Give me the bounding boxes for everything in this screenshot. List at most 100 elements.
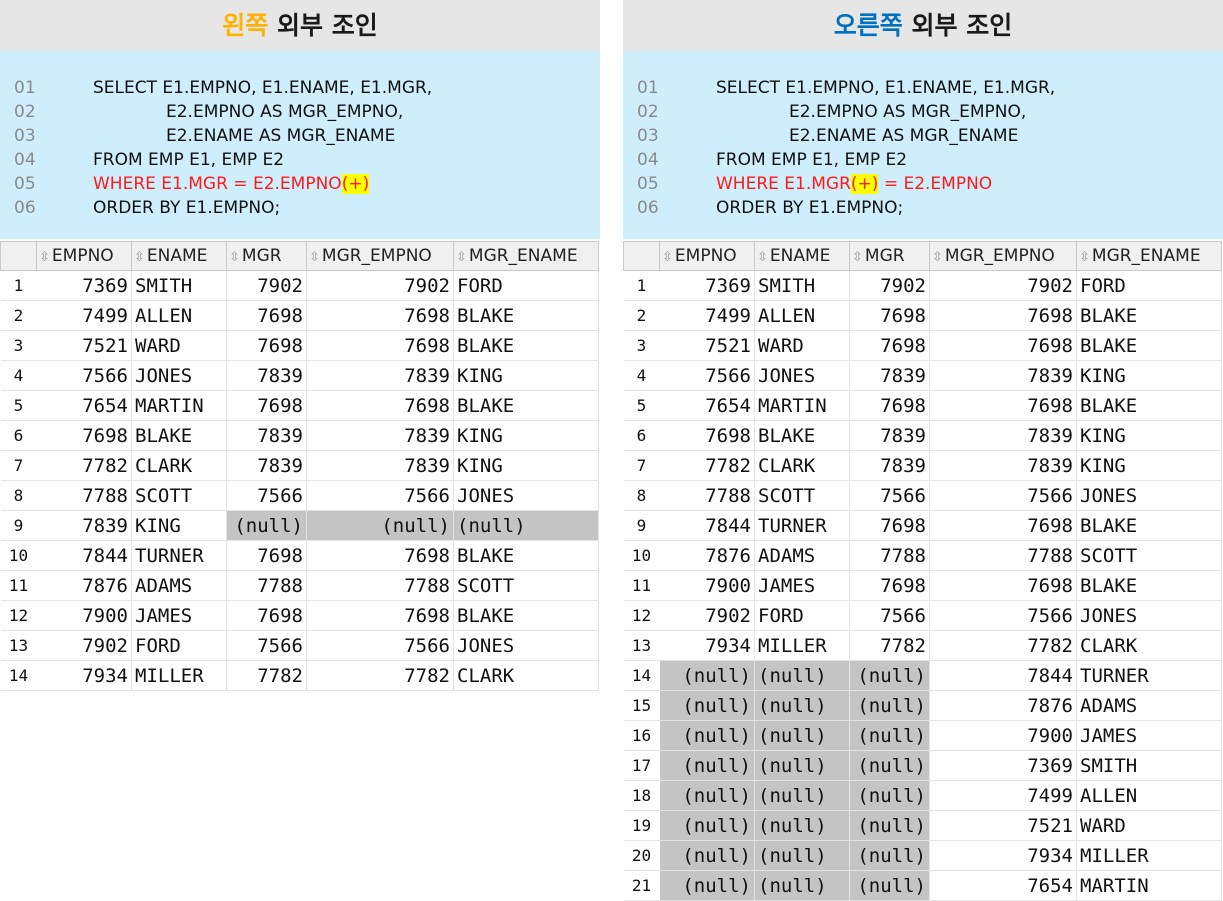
sort-arrows-icon[interactable]: ⇳ xyxy=(932,250,943,265)
table-row[interactable]: 15 (null) (null) (null) 7876 ADAMS xyxy=(623,690,1222,721)
mgr-ename-cell: JONES xyxy=(453,480,599,511)
table-row[interactable]: 12 7900 JAMES 7698 7698 BLAKE xyxy=(0,600,599,631)
mgr-cell: 7566 xyxy=(226,630,307,661)
mgr-empno-cell: 7902 xyxy=(306,270,454,301)
table-row[interactable]: 14 (null) (null) (null) 7844 TURNER xyxy=(623,660,1222,691)
table-row[interactable]: 4 7566 JONES 7839 7839 KING xyxy=(0,360,599,391)
table-row[interactable]: 2 7499 ALLEN 7698 7698 BLAKE xyxy=(0,300,599,331)
sort-arrows-icon[interactable]: ⇳ xyxy=(39,250,50,265)
table-row[interactable]: 6 7698 BLAKE 7839 7839 KING xyxy=(0,420,599,451)
mgr-ename-cell: BLAKE xyxy=(453,390,599,421)
table-row[interactable]: 14 7934 MILLER 7782 7782 CLARK xyxy=(0,660,599,691)
table-row[interactable]: 10 7876 ADAMS 7788 7788 SCOTT xyxy=(623,540,1222,571)
table-row[interactable]: 5 7654 MARTIN 7698 7698 BLAKE xyxy=(623,390,1222,421)
mgr-ename-cell: BLAKE xyxy=(453,540,599,571)
row-number: 3 xyxy=(0,330,37,361)
table-row[interactable]: 16 (null) (null) (null) 7900 JAMES xyxy=(623,720,1222,751)
ename-cell: (null) xyxy=(754,870,850,901)
mgr-cell: 7839 xyxy=(226,450,307,481)
ename-cell: ADAMS xyxy=(131,570,227,601)
code-segment: = E2.EMPNO xyxy=(878,174,993,194)
column-header-mgr-empno[interactable]: ⇳ MGR_EMPNO xyxy=(306,241,454,271)
table-row[interactable]: 2 7499 ALLEN 7698 7698 BLAKE xyxy=(623,300,1222,331)
column-header-mgr[interactable]: ⇳ MGR xyxy=(849,241,930,271)
table-row[interactable]: 10 7844 TURNER 7698 7698 BLAKE xyxy=(0,540,599,571)
line-number: 04 xyxy=(14,150,36,170)
column-header-ename[interactable]: ⇳ ENAME xyxy=(131,241,227,271)
mgr-empno-cell: 7782 xyxy=(929,630,1077,661)
code-line: 03 E2.ENAME AS MGR_ENAME xyxy=(623,124,1223,148)
table-row[interactable]: 11 7876 ADAMS 7788 7788 SCOTT xyxy=(0,570,599,601)
ename-cell: WARD xyxy=(131,330,227,361)
column-label: EMPNO xyxy=(51,246,114,266)
table-row[interactable]: 11 7900 JAMES 7698 7698 BLAKE xyxy=(623,570,1222,601)
sort-arrows-icon[interactable]: ⇳ xyxy=(852,250,863,265)
code-text: ORDER BY E1.EMPNO; xyxy=(93,196,280,220)
row-number: 4 xyxy=(623,360,660,391)
mgr-ename-cell: KING xyxy=(453,450,599,481)
line-number: 01 xyxy=(637,78,659,98)
table-row[interactable]: 9 7844 TURNER 7698 7698 BLAKE xyxy=(623,510,1222,541)
sort-arrows-icon[interactable]: ⇳ xyxy=(1079,250,1090,265)
code-segment: WHERE E1.MGR xyxy=(716,174,851,194)
sort-arrows-icon[interactable]: ⇳ xyxy=(662,250,673,265)
row-number: 14 xyxy=(0,660,37,691)
ename-cell: SCOTT xyxy=(131,480,227,511)
sort-arrows-icon[interactable]: ⇳ xyxy=(309,250,320,265)
table-row[interactable]: 6 7698 BLAKE 7839 7839 KING xyxy=(623,420,1222,451)
table-row[interactable]: 1 7369 SMITH 7902 7902 FORD xyxy=(623,270,1222,301)
empno-cell: 7788 xyxy=(659,480,755,511)
ename-cell: ALLEN xyxy=(754,300,850,331)
empno-cell: 7521 xyxy=(36,330,132,361)
column-header-mgr-empno[interactable]: ⇳ MGR_EMPNO xyxy=(929,241,1077,271)
column-header-mgr-ename[interactable]: ⇳ MGR_ENAME xyxy=(453,241,599,271)
ename-cell: FORD xyxy=(754,600,850,631)
table-row[interactable]: 5 7654 MARTIN 7698 7698 BLAKE xyxy=(0,390,599,421)
table-row[interactable]: 3 7521 WARD 7698 7698 BLAKE xyxy=(0,330,599,361)
table-row[interactable]: 8 7788 SCOTT 7566 7566 JONES xyxy=(0,480,599,511)
sort-arrows-icon[interactable]: ⇳ xyxy=(134,250,145,265)
table-row[interactable]: 17 (null) (null) (null) 7369 SMITH xyxy=(623,750,1222,781)
row-number: 17 xyxy=(623,750,660,781)
column-header-empno[interactable]: ⇳ EMPNO xyxy=(36,241,132,271)
mgr-ename-cell: KING xyxy=(1076,450,1222,481)
empno-cell: 7698 xyxy=(659,420,755,451)
table-row[interactable]: 9 7839 KING (null) (null) (null) xyxy=(0,510,599,541)
ename-cell: CLARK xyxy=(754,450,850,481)
table-row[interactable]: 7 7782 CLARK 7839 7839 KING xyxy=(623,450,1222,481)
code-line: 01 SELECT E1.EMPNO, E1.ENAME, E1.MGR, xyxy=(0,76,600,100)
mgr-ename-cell: KING xyxy=(1076,420,1222,451)
mgr-cell: 7902 xyxy=(226,270,307,301)
mgr-ename-cell: MILLER xyxy=(1076,840,1222,871)
table-row[interactable]: 8 7788 SCOTT 7566 7566 JONES xyxy=(623,480,1222,511)
table-row[interactable]: 4 7566 JONES 7839 7839 KING xyxy=(623,360,1222,391)
table-row[interactable]: 1 7369 SMITH 7902 7902 FORD xyxy=(0,270,599,301)
table-row[interactable]: 21 (null) (null) (null) 7654 MARTIN xyxy=(623,870,1222,901)
table-row[interactable]: 12 7902 FORD 7566 7566 JONES xyxy=(623,600,1222,631)
table-row[interactable]: 7 7782 CLARK 7839 7839 KING xyxy=(0,450,599,481)
table-row[interactable]: 20 (null) (null) (null) 7934 MILLER xyxy=(623,840,1222,871)
sort-arrows-icon[interactable]: ⇳ xyxy=(229,250,240,265)
column-header-mgr-ename[interactable]: ⇳ MGR_ENAME xyxy=(1076,241,1222,271)
sort-arrows-icon[interactable]: ⇳ xyxy=(456,250,467,265)
mgr-empno-cell: 7369 xyxy=(929,750,1077,781)
table-row[interactable]: 18 (null) (null) (null) 7499 ALLEN xyxy=(623,780,1222,811)
mgr-ename-cell: BLAKE xyxy=(453,300,599,331)
ename-cell: ADAMS xyxy=(754,540,850,571)
empno-cell: 7654 xyxy=(659,390,755,421)
table-row[interactable]: 13 7934 MILLER 7782 7782 CLARK xyxy=(623,630,1222,661)
sort-arrows-icon[interactable]: ⇳ xyxy=(757,250,768,265)
column-header-empno[interactable]: ⇳ EMPNO xyxy=(659,241,755,271)
column-label: ENAME xyxy=(146,246,208,266)
row-number: 3 xyxy=(623,330,660,361)
table-row[interactable]: 13 7902 FORD 7566 7566 JONES xyxy=(0,630,599,661)
table-row[interactable]: 3 7521 WARD 7698 7698 BLAKE xyxy=(623,330,1222,361)
column-header-ename[interactable]: ⇳ ENAME xyxy=(754,241,850,271)
column-header-mgr[interactable]: ⇳ MGR xyxy=(226,241,307,271)
row-number: 18 xyxy=(623,780,660,811)
mgr-cell: 7839 xyxy=(226,420,307,451)
row-number: 14 xyxy=(623,660,660,691)
code-segment: FROM EMP E1, EMP E2 xyxy=(93,150,285,170)
mgr-cell: 7782 xyxy=(226,660,307,691)
table-row[interactable]: 19 (null) (null) (null) 7521 WARD xyxy=(623,810,1222,841)
